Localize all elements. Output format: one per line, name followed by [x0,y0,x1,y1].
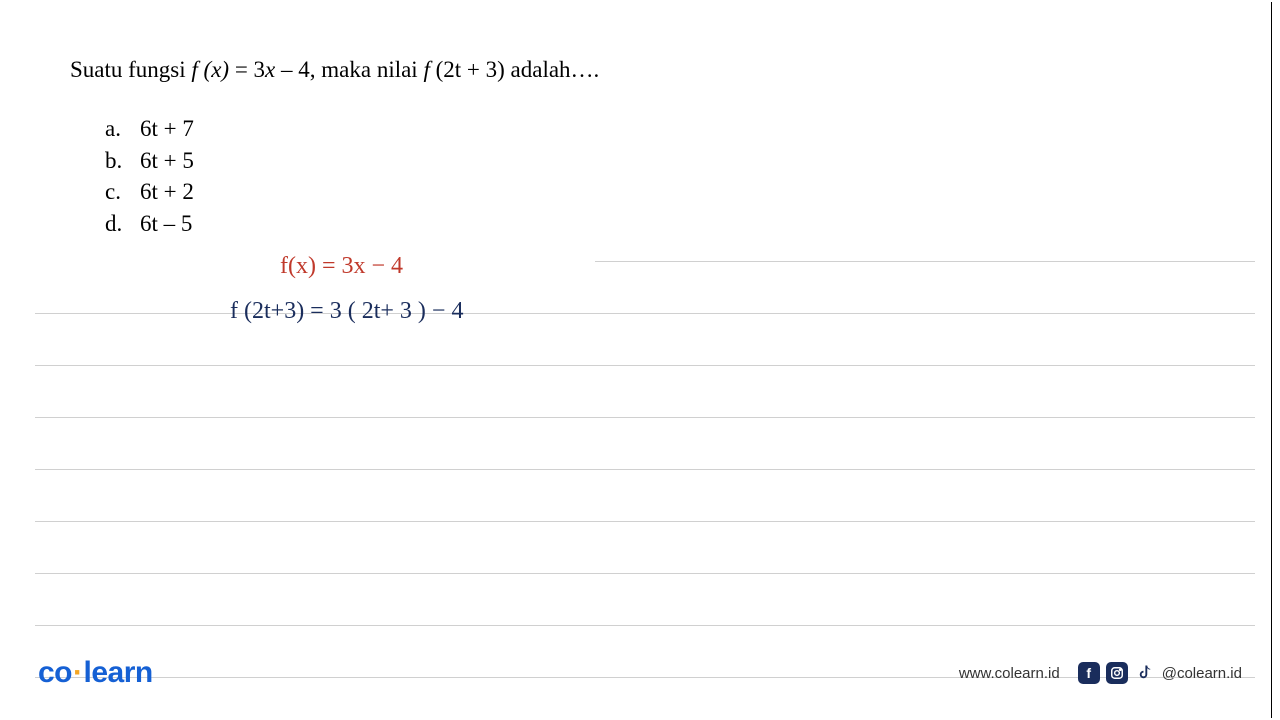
social-icons: f @colearn.id [1078,662,1242,684]
instagram-icon [1106,662,1128,684]
website-url: www.colearn.id [959,665,1060,682]
footer: co·learn www.colearn.id f @colearn.id [0,656,1280,690]
handwriting-line-1: f(x) = 3x − 4 [280,253,403,280]
social-handle: @colearn.id [1162,665,1242,682]
handwriting-line-2: f (2t+3) = 3 ( 2t+ 3 ) − 4 [230,298,463,325]
facebook-icon: f [1078,662,1100,684]
ruled-lines [35,210,1255,678]
logo: co·learn [38,656,153,690]
tiktok-icon [1134,662,1156,684]
